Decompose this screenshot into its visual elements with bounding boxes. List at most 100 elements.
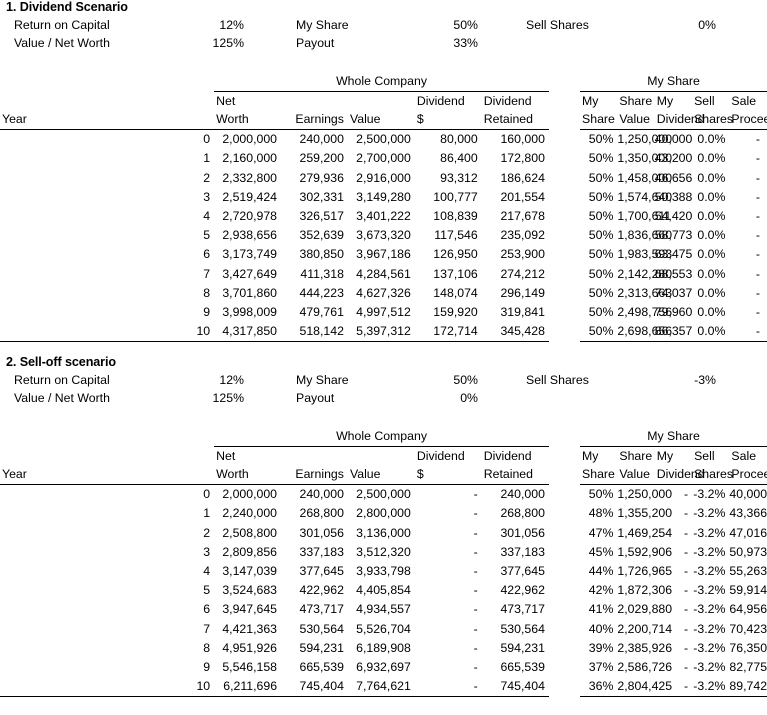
- cell-sale-proceeds[interactable]: 70,423: [729, 620, 767, 639]
- cell-retained[interactable]: 253,900: [482, 245, 549, 264]
- cell-earnings[interactable]: 326,517: [281, 207, 348, 226]
- cell-share-value[interactable]: 2,586,726: [617, 658, 672, 677]
- cell-sale-proceeds[interactable]: -: [729, 169, 767, 188]
- cell-share-value[interactable]: 2,804,425: [617, 677, 672, 698]
- value-net-worth-value[interactable]: 125%: [172, 389, 244, 407]
- cell-share-value[interactable]: 1,983,593: [617, 245, 672, 264]
- cell-year[interactable]: 9: [0, 303, 214, 322]
- payout-value[interactable]: 33%: [416, 34, 478, 52]
- cell-earnings[interactable]: 665,539: [281, 658, 348, 677]
- cell-value[interactable]: 3,933,798: [348, 562, 415, 581]
- cell-earnings[interactable]: 377,645: [281, 562, 348, 581]
- cell-dividend[interactable]: 159,920: [415, 303, 482, 322]
- cell-my-share[interactable]: 40%: [580, 620, 617, 639]
- cell-retained[interactable]: 377,645: [482, 562, 549, 581]
- cell-share-value[interactable]: 1,836,660: [617, 226, 672, 245]
- cell-year[interactable]: 2: [0, 524, 214, 543]
- cell-sale-proceeds[interactable]: -: [729, 303, 767, 322]
- cell-earnings[interactable]: 268,800: [281, 504, 348, 523]
- cell-my-dividend[interactable]: 86,357: [654, 322, 692, 343]
- cell-sell-shares[interactable]: -3.2%: [692, 562, 729, 581]
- cell-dividend[interactable]: -: [415, 562, 482, 581]
- cell-share-value[interactable]: 1,355,200: [617, 504, 672, 523]
- cell-net-worth[interactable]: 3,427,649: [214, 265, 281, 284]
- cell-value[interactable]: 3,512,320: [348, 543, 415, 562]
- cell-my-dividend[interactable]: 74,037: [655, 284, 693, 303]
- cell-my-dividend[interactable]: 54,420: [655, 207, 693, 226]
- cell-sale-proceeds[interactable]: 43,366: [729, 504, 767, 523]
- cell-dividend[interactable]: 100,777: [415, 188, 482, 207]
- cell-sale-proceeds[interactable]: 89,742: [729, 677, 767, 698]
- cell-retained[interactable]: 172,800: [482, 149, 549, 168]
- cell-share-value[interactable]: 2,313,663: [617, 284, 672, 303]
- cell-dividend[interactable]: 108,839: [415, 207, 482, 226]
- cell-dividend[interactable]: 126,950: [415, 245, 482, 264]
- cell-retained[interactable]: 274,212: [482, 265, 549, 284]
- cell-value[interactable]: 3,967,186: [348, 245, 415, 264]
- cell-value[interactable]: 3,136,000: [348, 524, 415, 543]
- cell-sell-shares[interactable]: 0.0%: [692, 149, 729, 168]
- cell-sell-shares[interactable]: -3.2%: [692, 543, 729, 562]
- cell-retained[interactable]: 301,056: [482, 524, 549, 543]
- cell-my-dividend[interactable]: 43,200: [655, 149, 693, 168]
- cell-my-share[interactable]: 50%: [580, 485, 617, 505]
- cell-retained[interactable]: 594,231: [482, 639, 549, 658]
- cell-year[interactable]: 5: [0, 226, 214, 245]
- value-net-worth-value[interactable]: 125%: [172, 34, 244, 52]
- cell-share-value[interactable]: 1,250,000: [617, 485, 672, 505]
- cell-net-worth[interactable]: 2,938,656: [214, 226, 281, 245]
- cell-my-share[interactable]: 50%: [580, 245, 617, 264]
- cell-net-worth[interactable]: 2,720,978: [214, 207, 281, 226]
- cell-net-worth[interactable]: 4,317,850: [214, 322, 282, 343]
- cell-value[interactable]: 4,405,854: [348, 581, 415, 600]
- cell-net-worth[interactable]: 2,519,424: [214, 188, 281, 207]
- cell-sell-shares[interactable]: 0.0%: [692, 226, 729, 245]
- cell-dividend[interactable]: -: [414, 677, 482, 698]
- cell-earnings[interactable]: 745,404: [281, 677, 348, 698]
- cell-sell-shares[interactable]: 0.0%: [692, 245, 729, 264]
- return-on-capital-value[interactable]: 12%: [172, 16, 244, 34]
- cell-share-value[interactable]: 1,350,000: [617, 149, 672, 168]
- cell-my-share[interactable]: 50%: [580, 130, 617, 150]
- cell-earnings[interactable]: 594,231: [281, 639, 348, 658]
- cell-net-worth[interactable]: 2,160,000: [214, 149, 281, 168]
- cell-year[interactable]: 6: [0, 600, 214, 619]
- cell-value[interactable]: 3,149,280: [348, 188, 415, 207]
- cell-net-worth[interactable]: 3,947,645: [214, 600, 281, 619]
- cell-sell-shares[interactable]: 0.0%: [692, 284, 729, 303]
- cell-sell-shares[interactable]: 0.0%: [692, 188, 729, 207]
- cell-my-share[interactable]: 50%: [580, 303, 617, 322]
- cell-share-value[interactable]: 1,726,965: [617, 562, 672, 581]
- cell-value[interactable]: 4,284,561: [348, 265, 415, 284]
- cell-net-worth[interactable]: 3,147,039: [214, 562, 281, 581]
- cell-value[interactable]: 2,800,000: [348, 504, 415, 523]
- cell-sell-shares[interactable]: -3.2%: [692, 600, 729, 619]
- cell-retained[interactable]: 186,624: [482, 169, 549, 188]
- cell-sell-shares[interactable]: 0.0%: [692, 207, 729, 226]
- cell-value[interactable]: 2,500,000: [348, 485, 415, 505]
- cell-sale-proceeds[interactable]: -: [729, 149, 767, 168]
- cell-year[interactable]: 4: [0, 562, 214, 581]
- cell-value[interactable]: 7,764,621: [347, 677, 415, 698]
- cell-value[interactable]: 3,673,320: [348, 226, 415, 245]
- cell-my-share[interactable]: 50%: [580, 149, 617, 168]
- cell-retained[interactable]: 745,404: [481, 677, 549, 698]
- cell-earnings[interactable]: 444,223: [281, 284, 348, 303]
- cell-sell-shares[interactable]: -3.2%: [692, 658, 729, 677]
- cell-year[interactable]: 6: [0, 245, 214, 264]
- cell-earnings[interactable]: 240,000: [281, 485, 348, 505]
- cell-earnings[interactable]: 352,639: [281, 226, 348, 245]
- cell-earnings[interactable]: 411,318: [281, 265, 348, 284]
- cell-dividend[interactable]: 93,312: [415, 169, 482, 188]
- cell-year[interactable]: 10: [0, 677, 215, 698]
- cell-dividend[interactable]: 80,000: [415, 130, 482, 150]
- cell-year[interactable]: 2: [0, 169, 214, 188]
- cell-dividend[interactable]: 148,074: [415, 284, 482, 303]
- cell-net-worth[interactable]: 2,809,856: [214, 543, 281, 562]
- cell-my-dividend[interactable]: 58,773: [655, 226, 693, 245]
- cell-retained[interactable]: 240,000: [482, 485, 549, 505]
- cell-value[interactable]: 6,932,697: [348, 658, 415, 677]
- cell-retained[interactable]: 201,554: [482, 188, 549, 207]
- cell-dividend[interactable]: -: [415, 504, 482, 523]
- cell-share-value[interactable]: 2,142,280: [617, 265, 672, 284]
